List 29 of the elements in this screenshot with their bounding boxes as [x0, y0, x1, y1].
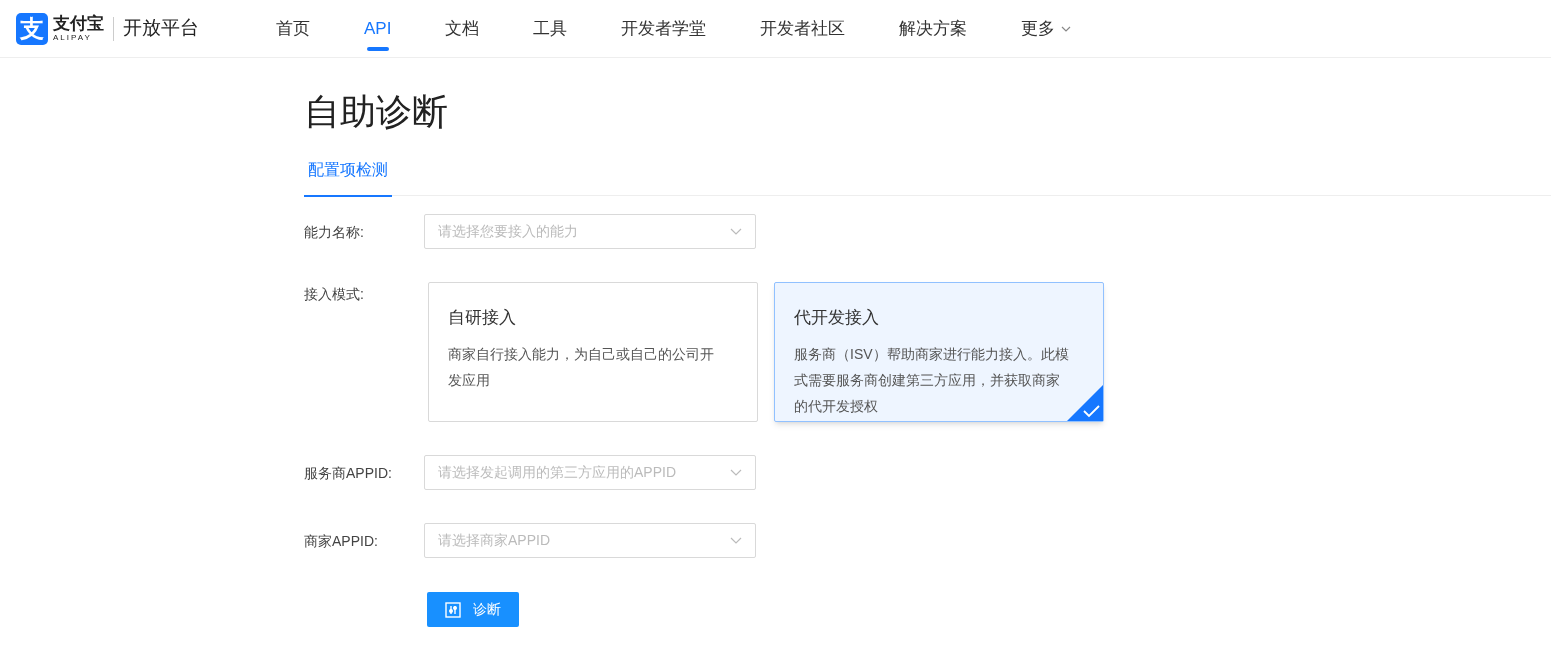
nav-link[interactable]: API: [364, 0, 392, 57]
nav-link[interactable]: 首页: [276, 0, 310, 57]
nav-link[interactable]: 开发者社区: [760, 0, 846, 57]
card-description: 服务商（ISV）帮助商家进行能力接入。此模式需要服务商创建第三方应用，并获取商家的代开发授权: [794, 344, 1069, 416]
field-label: 服务商APPID:: [304, 464, 393, 483]
logo-icon: 支: [16, 12, 48, 45]
nav-link[interactable]: 解决方案: [899, 0, 968, 57]
check-corner-icon: [1067, 385, 1103, 421]
tab[interactable]: 配置项检测: [304, 152, 392, 197]
chevron-down-icon: [730, 228, 742, 235]
logo-subtitle: ALIPAY: [53, 34, 93, 42]
chevron-down-icon: [730, 537, 742, 544]
field-label: 能力名称:: [304, 223, 365, 242]
field-label: 接入模式:: [304, 285, 365, 304]
nav-link[interactable]: 工具: [533, 0, 568, 57]
page-title: 自助诊断: [304, 94, 449, 130]
option-card[interactable]: 自研接入 商家自行接入能力，为自己或自己的公司开发应用: [428, 282, 758, 422]
option-card[interactable]: 代开发接入 服务商（ISV）帮助商家进行能力接入。此模式需要服务商创建第三方应用，并获取商家的代开发授权: [774, 282, 1104, 422]
card-description: 商家自行接入能力，为自己或自己的公司开发应用: [448, 344, 715, 390]
nav-link[interactable]: 更多: [1021, 0, 1072, 57]
logo-name: 支付宝: [53, 15, 104, 32]
sliders-icon: [445, 601, 461, 618]
card-title: 代开发接入: [794, 307, 880, 329]
nav-link[interactable]: 文档: [445, 0, 480, 57]
card-title: 自研接入: [448, 307, 517, 329]
field-label: 商家APPID:: [304, 532, 379, 551]
chevron-down-icon: [730, 469, 742, 476]
nav-link[interactable]: 开发者学堂: [621, 0, 707, 57]
product-name: 开放平台: [123, 16, 199, 41]
